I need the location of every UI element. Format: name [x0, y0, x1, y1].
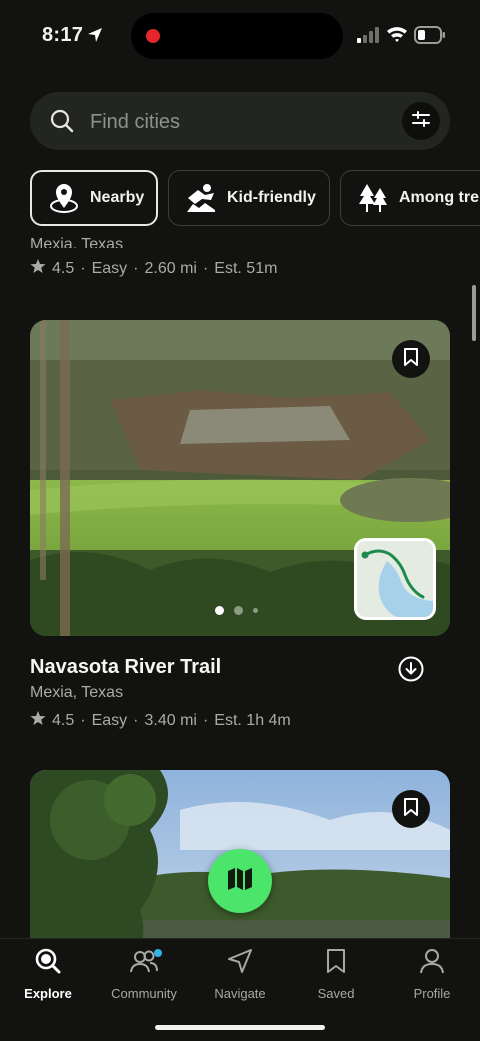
- tab-profile[interactable]: Profile: [384, 947, 480, 1007]
- filter-chips: Nearby Kid-friendly Among tre: [30, 170, 480, 228]
- scrollbar[interactable]: [472, 285, 476, 341]
- wifi-icon: [386, 25, 408, 48]
- meta-separator: ·: [80, 711, 86, 729]
- rating-value: 4.5: [52, 711, 75, 729]
- search-icon: [50, 109, 74, 138]
- bottom-tab-bar: Explore Community Navigate Saved Profile: [0, 938, 480, 1041]
- trees-icon: [357, 182, 389, 214]
- duration-value: Est. 1h 4m: [214, 711, 291, 729]
- tab-saved[interactable]: Saved: [288, 947, 384, 1007]
- star-icon: [30, 710, 46, 731]
- download-button[interactable]: [398, 656, 424, 687]
- status-time: 8:17: [42, 24, 84, 46]
- search-input[interactable]: [88, 92, 382, 152]
- chip-nearby[interactable]: Nearby: [30, 170, 158, 226]
- explore-search-icon: [34, 947, 62, 980]
- cellular-signal-icon: [357, 27, 379, 48]
- tab-community[interactable]: Community: [96, 947, 192, 1007]
- filter-button[interactable]: [402, 102, 440, 140]
- star-icon: [30, 258, 46, 279]
- status-bar: 8:17: [0, 0, 480, 72]
- battery-icon: [414, 26, 446, 49]
- download-icon: [398, 656, 424, 686]
- meta-separator: ·: [133, 711, 139, 729]
- meta-separator: ·: [133, 259, 139, 277]
- difficulty-value: Easy: [91, 259, 128, 277]
- previous-card-location: Mexia, Texas: [30, 236, 124, 248]
- rating-value: 4.5: [52, 259, 75, 277]
- distance-value: 2.60 mi: [144, 259, 197, 277]
- trail-photo[interactable]: [30, 320, 450, 636]
- kids-icon: [185, 182, 217, 214]
- bookmark-icon: [324, 947, 348, 980]
- trail-map-thumbnail[interactable]: [354, 538, 436, 620]
- recording-indicator-icon: [146, 29, 160, 43]
- bookmark-icon: [403, 797, 419, 821]
- map-icon: [227, 867, 253, 896]
- map-view-button[interactable]: [208, 849, 272, 913]
- chip-label: Kid-friendly: [227, 189, 316, 206]
- dynamic-island: [131, 13, 343, 59]
- pagination-dot[interactable]: [234, 606, 243, 615]
- chip-among-trees[interactable]: Among tre: [340, 170, 480, 226]
- navigate-arrow-icon: [226, 947, 254, 980]
- chip-label: Nearby: [90, 189, 145, 206]
- trail-meta: 4.5 · Easy · 3.40 mi · Est. 1h 4m: [30, 710, 291, 731]
- distance-value: 3.40 mi: [144, 711, 197, 729]
- chip-label: Among tre: [399, 189, 479, 206]
- tab-explore[interactable]: Explore: [0, 947, 96, 1007]
- tab-label: Navigate: [214, 986, 266, 1001]
- pagination-dot[interactable]: [253, 608, 258, 613]
- bookmark-icon: [403, 347, 419, 371]
- tab-label: Community: [111, 986, 177, 1001]
- tab-label: Saved: [317, 986, 355, 1001]
- tab-label: Explore: [24, 986, 72, 1001]
- sliders-icon: [411, 110, 431, 133]
- location-pin-icon: [48, 181, 80, 215]
- tab-label: Profile: [413, 986, 451, 1001]
- photo-pagination: [215, 606, 258, 615]
- search-bar[interactable]: [30, 92, 450, 152]
- trail-location: Mexia, Texas: [30, 684, 124, 701]
- difficulty-value: Easy: [91, 711, 128, 729]
- previous-card-meta: 4.5 · Easy · 2.60 mi · Est. 51m: [30, 258, 277, 279]
- person-icon: [418, 947, 446, 980]
- duration-value: Est. 51m: [214, 259, 278, 277]
- home-indicator[interactable]: [155, 1025, 325, 1030]
- meta-separator: ·: [202, 259, 209, 277]
- location-arrow-icon: [86, 26, 104, 49]
- bookmark-button[interactable]: [392, 790, 430, 828]
- bookmark-button[interactable]: [392, 340, 430, 378]
- pagination-dot-active[interactable]: [215, 606, 224, 615]
- trail-title[interactable]: Navasota River Trail: [30, 656, 221, 679]
- chip-kid-friendly[interactable]: Kid-friendly: [168, 170, 330, 226]
- meta-separator: ·: [202, 711, 209, 729]
- notification-badge: [154, 949, 162, 957]
- tab-navigate[interactable]: Navigate: [192, 947, 288, 1007]
- meta-separator: ·: [80, 259, 86, 277]
